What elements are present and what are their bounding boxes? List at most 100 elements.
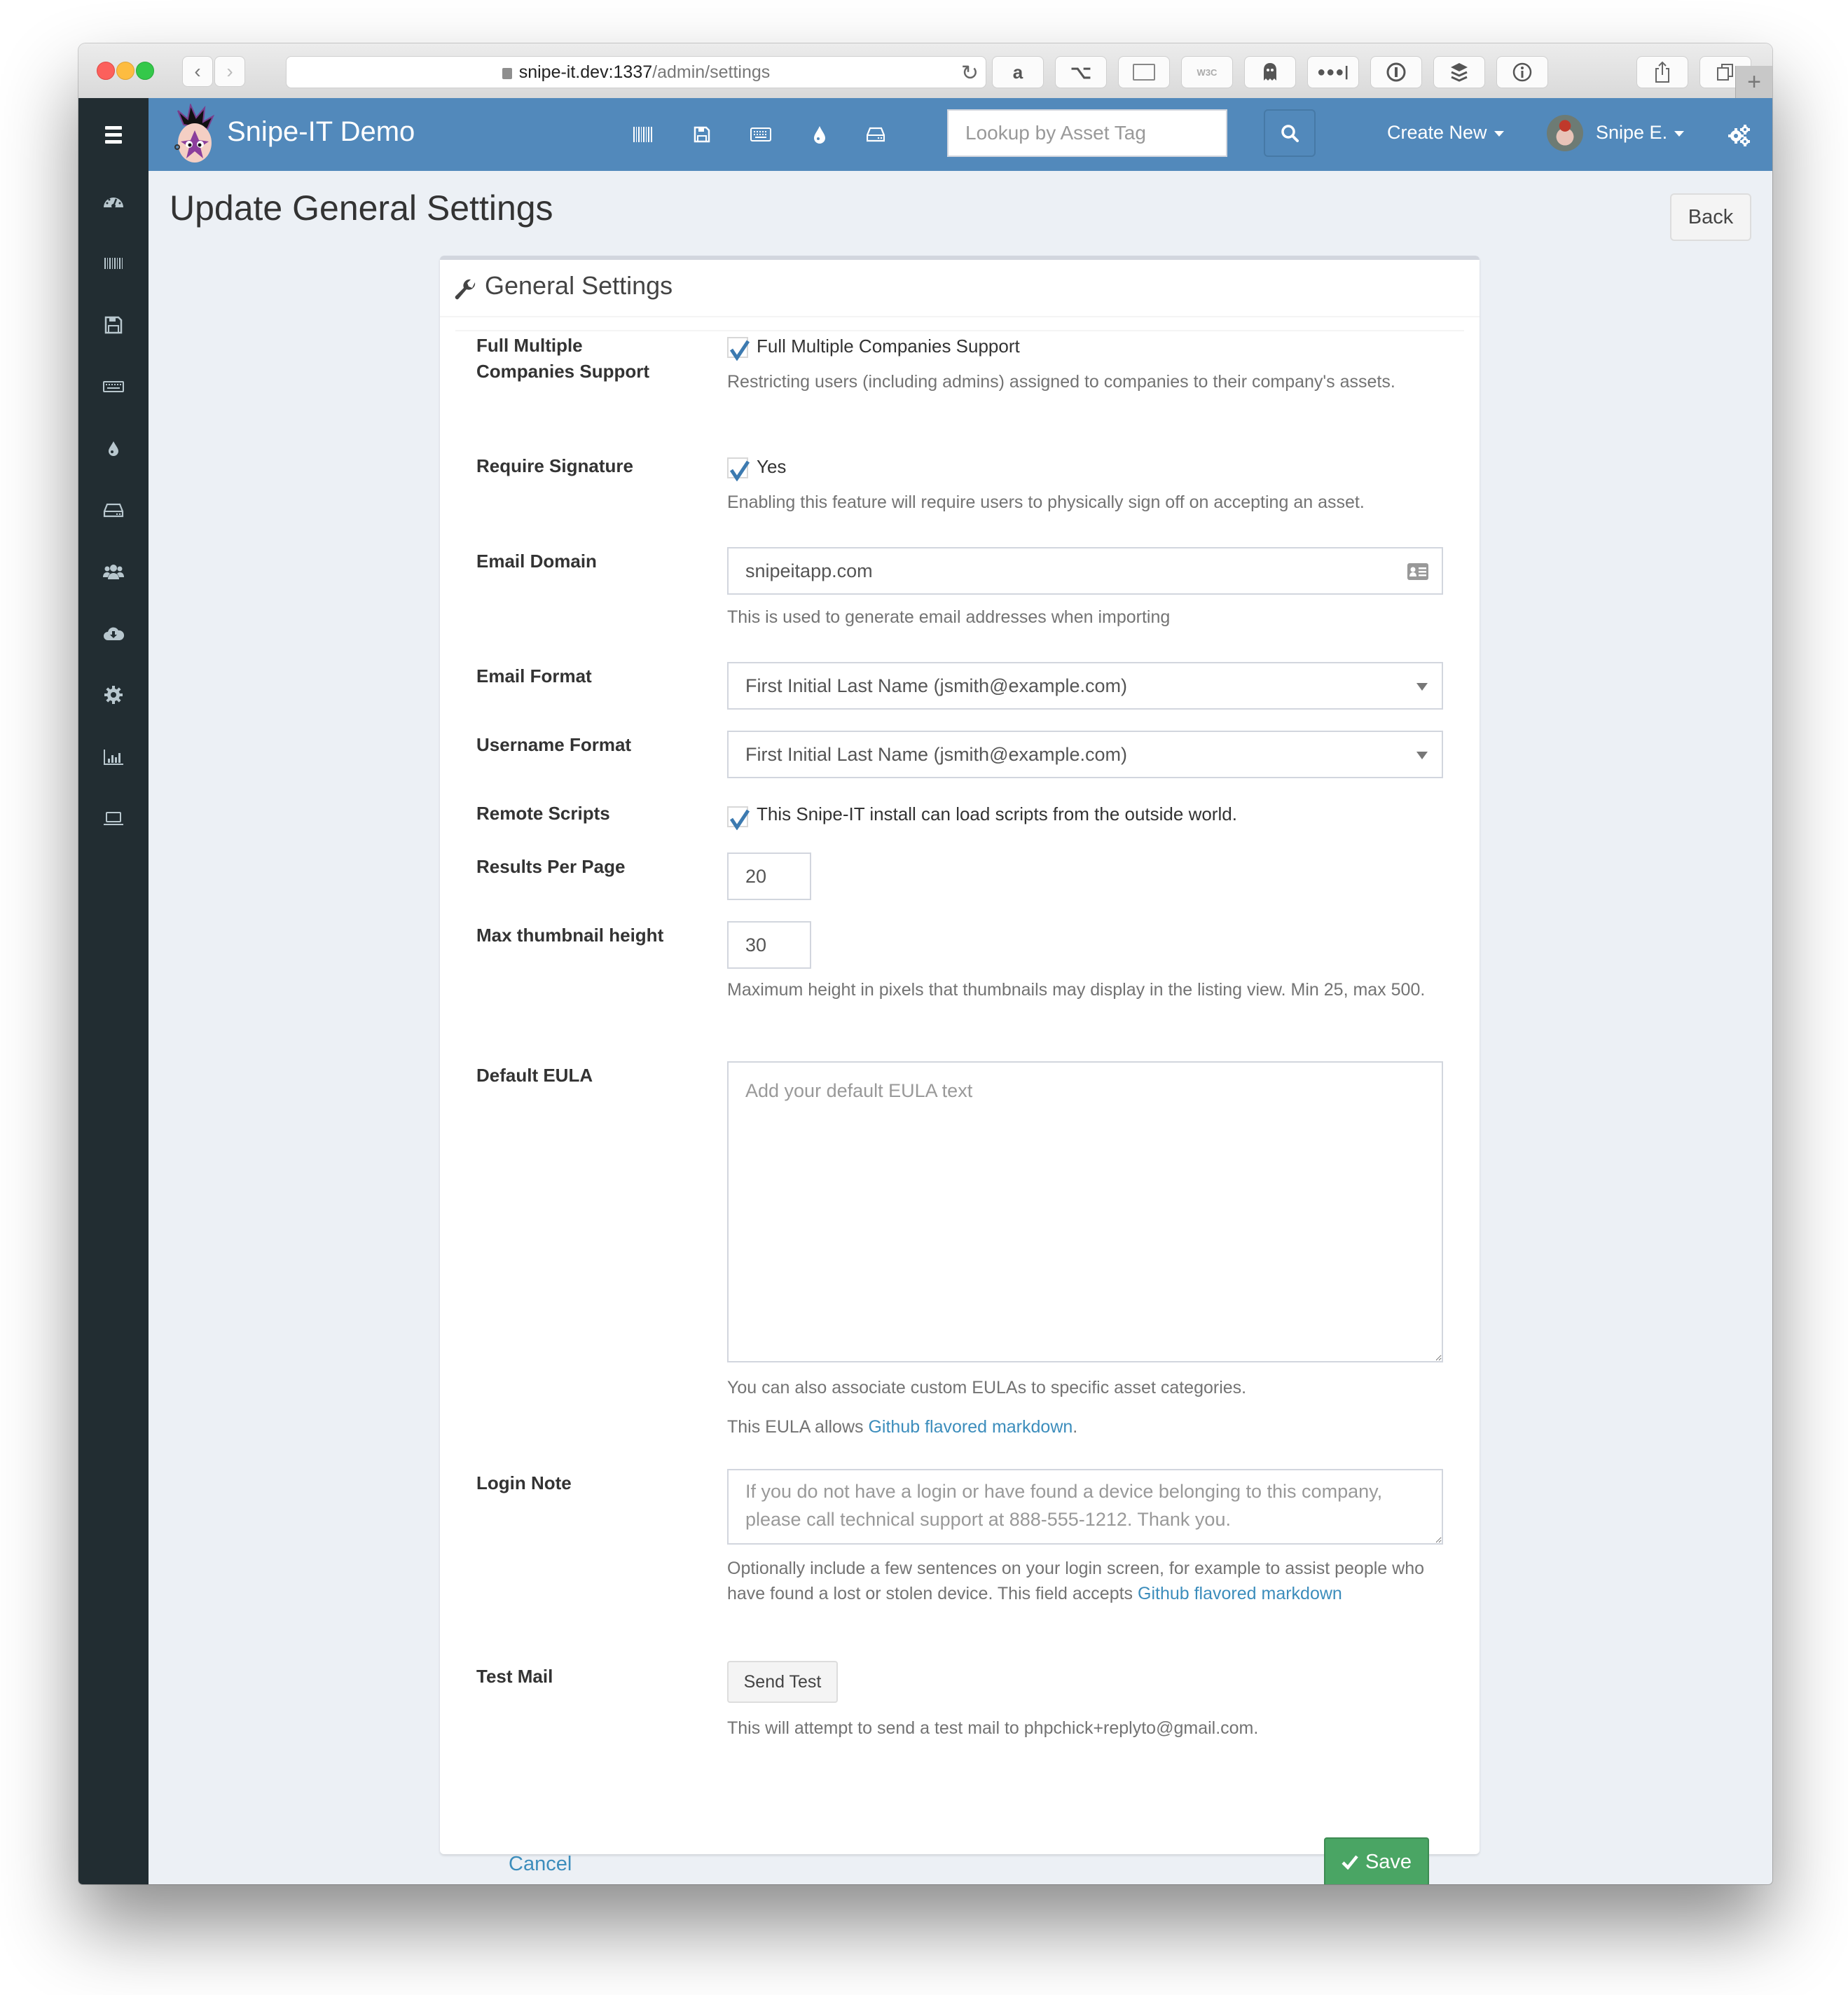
sidebar-toggle-button[interactable] — [78, 98, 149, 171]
sidebar-item-settings[interactable] — [78, 664, 149, 726]
new-tab-button[interactable]: + — [1735, 66, 1772, 98]
panel-title: General Settings — [485, 271, 673, 300]
user-name: Snipe E. — [1596, 122, 1668, 143]
username-format-label: Username Format — [476, 734, 632, 755]
back-nav-button[interactable]: ‹ — [182, 56, 213, 87]
cancel-link[interactable]: Cancel — [509, 1853, 572, 1876]
sidebar-item-licenses[interactable] — [78, 294, 149, 356]
default-eula-help: You can also associate custom EULAs to s… — [727, 1378, 1247, 1397]
dashboard-icon — [104, 198, 123, 208]
default-eula-label: Default EULA — [476, 1065, 593, 1086]
sidebar-item-import[interactable] — [78, 602, 149, 664]
nav-assets-link[interactable] — [629, 120, 657, 149]
asset-tag-lookup-input[interactable] — [947, 109, 1227, 157]
info-extension-button[interactable] — [1496, 56, 1548, 88]
share-button[interactable] — [1636, 56, 1688, 88]
amazon-extension-button[interactable]: a — [992, 56, 1044, 88]
page-title: Update General Settings — [170, 188, 553, 228]
nav-consumables-link[interactable] — [806, 120, 834, 149]
login-note-help: Optionally include a few sentences on yo… — [727, 1556, 1435, 1606]
chevron-right-icon: › — [226, 60, 233, 82]
email-domain-help: This is used to generate email addresses… — [727, 607, 1171, 627]
full-multiple-companies-help: Restricting users (including admins) ass… — [727, 372, 1395, 392]
bar-chart-icon — [104, 750, 123, 765]
email-domain-input[interactable]: snipeitapp.com — [727, 547, 1443, 595]
address-bar[interactable]: snipe-it.dev:1337/admin/settings ↻ — [286, 56, 986, 88]
keyboard-icon — [750, 127, 771, 141]
nav-components-link[interactable] — [862, 120, 890, 149]
username-format-select[interactable]: First Initial Last Name (jsmith@example.… — [727, 731, 1443, 778]
send-test-button[interactable]: Send Test — [727, 1661, 838, 1703]
barcode-icon — [633, 127, 652, 142]
admin-settings-gears-icon[interactable] — [1728, 123, 1751, 147]
lookup-search-button[interactable] — [1264, 109, 1316, 157]
w3c-validator-icon: W3C — [1197, 67, 1218, 78]
checkmark-icon — [730, 809, 750, 830]
chevron-left-icon: ‹ — [194, 60, 201, 82]
email-domain-label: Email Domain — [476, 551, 597, 572]
reload-icon[interactable]: ↻ — [961, 61, 979, 85]
sidebar-item-dashboard[interactable] — [78, 171, 149, 233]
onepassword-extension-button[interactable] — [1370, 56, 1422, 88]
default-eula-textarea[interactable] — [727, 1061, 1443, 1362]
user-menu-dropdown[interactable]: Snipe E. — [1596, 122, 1685, 144]
lastpass-extension-button[interactable]: ●●●| — [1307, 56, 1359, 88]
sidebar-item-accessories[interactable] — [78, 356, 149, 417]
sidebar-item-consumables[interactable] — [78, 417, 149, 479]
back-button[interactable]: Back — [1670, 193, 1751, 241]
github-markdown-link[interactable]: Github flavored markdown — [868, 1417, 1073, 1437]
require-signature-checkbox-label[interactable]: Yes — [757, 456, 786, 478]
sidebar-item-users[interactable] — [78, 541, 149, 602]
max-thumbnail-height-input[interactable]: 30 — [727, 921, 811, 969]
reader-extension-button[interactable] — [1118, 56, 1170, 88]
help-text: This EULA allows — [727, 1417, 869, 1437]
minimize-window-button[interactable] — [116, 62, 135, 80]
results-per-page-input[interactable]: 20 — [727, 852, 811, 900]
results-per-page-label: Results Per Page — [476, 856, 626, 877]
buffer-extension-button[interactable] — [1433, 56, 1485, 88]
tint-icon — [109, 441, 118, 456]
divider — [455, 330, 1464, 331]
sidebar-item-components[interactable] — [78, 479, 149, 541]
login-note-textarea[interactable] — [727, 1469, 1443, 1545]
forward-nav-button[interactable]: › — [214, 56, 245, 87]
close-window-button[interactable] — [97, 62, 115, 80]
sidebar-item-requestable[interactable] — [78, 787, 149, 849]
url-path: /admin/settings — [652, 62, 771, 82]
wrench-icon — [455, 279, 476, 300]
hamburger-icon-bar — [105, 139, 122, 144]
w3c-extension-button[interactable]: W3C — [1181, 56, 1233, 88]
sidebar-item-assets[interactable] — [78, 233, 149, 294]
max-thumbnail-height-label: Max thumbnail height — [476, 925, 664, 946]
user-avatar[interactable] — [1547, 115, 1583, 151]
create-new-dropdown[interactable]: Create New — [1387, 122, 1504, 144]
full-multiple-companies-checkbox-label[interactable]: Full Multiple Companies Support — [757, 336, 1020, 357]
share-icon — [1655, 61, 1669, 83]
option-extension-button[interactable]: ⌥ — [1055, 56, 1107, 88]
remote-scripts-checkbox-label[interactable]: This Snipe-IT install can load scripts f… — [757, 803, 1237, 825]
full-multiple-companies-checkbox[interactable] — [727, 337, 750, 361]
require-signature-help: Enabling this feature will require users… — [727, 492, 1365, 512]
require-signature-checkbox[interactable] — [727, 457, 750, 481]
checkmark-icon — [730, 460, 750, 481]
snipe-it-logo[interactable] — [168, 104, 224, 165]
save-button[interactable]: Save — [1324, 1837, 1429, 1884]
plus-icon: + — [1747, 68, 1761, 95]
onepassword-icon — [1386, 62, 1406, 82]
brand-name[interactable]: Snipe-IT Demo — [227, 116, 415, 148]
nav-licenses-link[interactable] — [688, 120, 716, 149]
hdd-icon — [867, 127, 885, 142]
email-format-select[interactable]: First Initial Last Name (jsmith@example.… — [727, 662, 1443, 710]
nav-accessories-link[interactable] — [747, 120, 775, 149]
check-icon — [1342, 1855, 1358, 1870]
zoom-window-button[interactable] — [136, 62, 154, 80]
github-markdown-link[interactable]: Github flavored markdown — [1138, 1584, 1342, 1603]
ghostery-extension-button[interactable] — [1244, 56, 1296, 88]
username-format-selected: First Initial Last Name (jsmith@example.… — [745, 743, 1128, 765]
lastpass-icon: ●●●| — [1317, 64, 1349, 80]
remote-scripts-checkbox[interactable] — [727, 806, 750, 830]
checkmark-icon — [730, 340, 750, 361]
sidebar-item-reports[interactable] — [78, 726, 149, 787]
browser-window: ‹ › snipe-it.dev:1337/admin/settings ↻ a… — [78, 43, 1772, 1884]
remote-scripts-label: Remote Scripts — [476, 803, 610, 824]
